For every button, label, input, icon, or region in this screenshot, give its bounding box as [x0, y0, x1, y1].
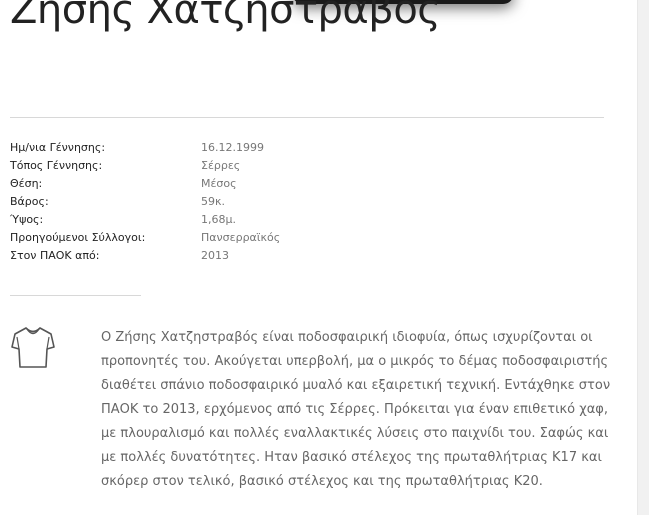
info-value: Μέσος	[201, 177, 237, 190]
info-row-joined: Στον ΠΑΟΚ από: 2013	[10, 247, 280, 265]
info-value: 59κ.	[201, 195, 225, 208]
info-label: Προηγούμενοι Σύλλογοι:	[10, 231, 146, 244]
page-scroll-edge	[637, 0, 649, 515]
info-row-birth-place: Τόπος Γέννησης: Σέρρες	[10, 157, 280, 175]
info-value: 1,68μ.	[201, 213, 236, 226]
section-divider	[10, 117, 604, 118]
info-label: Στον ΠΑΟΚ από:	[10, 249, 100, 262]
player-name-heading: Ζήσης Χατζηστραβός	[10, 0, 441, 33]
player-info-table: Ημ/νια Γέννησης: 16.12.1999 Τόπος Γέννησ…	[10, 139, 280, 265]
info-label: Θέση:	[10, 177, 43, 190]
info-value: 2013	[201, 249, 229, 262]
info-row-position: Θέση: Μέσος	[10, 175, 280, 193]
info-label: Βάρος:	[10, 195, 49, 208]
info-value: Σέρρες	[201, 159, 241, 172]
player-profile-page: Ζήσης Χατζηστραβός Ημ/νια Γέννησης: 16.1…	[0, 0, 649, 515]
info-label: Ημ/νια Γέννησης:	[10, 141, 106, 154]
info-value: Πανσερραϊκός	[201, 231, 281, 244]
info-row-birth-date: Ημ/νια Γέννησης: 16.12.1999	[10, 139, 280, 157]
info-label: Τόπος Γέννησης:	[10, 159, 103, 172]
player-bio-text: Ο Ζήσης Χατζηστραβός είναι ποδοσφαιρική …	[101, 330, 611, 489]
info-row-weight: Βάρος: 59κ.	[10, 193, 280, 211]
info-value: 16.12.1999	[201, 141, 264, 154]
bio-divider	[10, 295, 141, 296]
info-row-previous-clubs: Προηγούμενοι Σύλλογοι: Πανσερραϊκός	[10, 229, 280, 247]
info-label: Ύψος:	[10, 213, 44, 226]
shirt-icon	[10, 325, 56, 371]
info-row-height: Ύψος: 1,68μ.	[10, 211, 280, 229]
